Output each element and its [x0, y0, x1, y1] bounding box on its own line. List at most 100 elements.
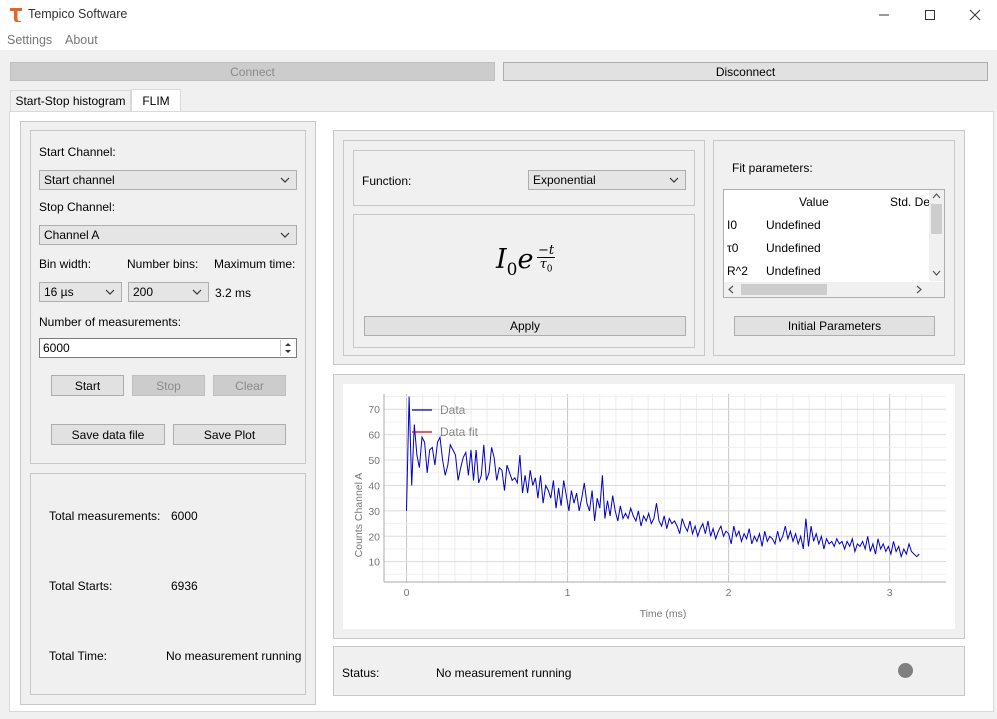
- plot-legend: Data Data fit: [412, 403, 479, 439]
- total-starts-label: Total Starts:: [49, 579, 113, 593]
- menu-bar: [0, 30, 997, 50]
- start-channel-label: Start Channel:: [39, 145, 116, 159]
- fit-parameters-label: Fit parameters:: [732, 161, 813, 175]
- max-time-label: Maximum time:: [214, 257, 296, 271]
- function-value: Exponential: [533, 173, 596, 187]
- save-data-file-button[interactable]: Save data file: [51, 424, 165, 445]
- max-time-value: 3.2 ms: [215, 286, 252, 300]
- number-bins-value: 200: [133, 285, 154, 299]
- scroll-up-icon[interactable]: [932, 193, 941, 199]
- start-button[interactable]: Start: [51, 375, 124, 396]
- table-header-value: Value: [799, 195, 829, 209]
- y-tick-labels: 10 20 30 40 50 60 70: [368, 404, 380, 568]
- param-value-r2: Undefined: [766, 264, 821, 278]
- scroll-left-icon[interactable]: [728, 285, 734, 294]
- formula-display: I0e −t τ0: [496, 243, 556, 280]
- histogram-plot[interactable]: 10 20 30 40 50 60 70 0 1 2 3 Data Data fit Time (m…: [343, 384, 955, 629]
- scroll-down-icon[interactable]: [932, 270, 941, 276]
- maximize-icon: [925, 10, 935, 20]
- y-tick-label: 40: [368, 480, 380, 492]
- status-indicator: [898, 663, 913, 678]
- number-bins-select[interactable]: 200: [128, 282, 209, 302]
- vertical-scroll-thumb[interactable]: [931, 204, 942, 234]
- minimize-icon: [879, 14, 889, 16]
- chevron-down-icon: [669, 177, 679, 183]
- chevron-down-icon: [280, 177, 290, 183]
- total-time-value: No measurement running: [166, 649, 302, 663]
- histogram-chart: 10 20 30 40 50 60 70 0 1 2 3 Data Data fit Time (m…: [353, 394, 946, 620]
- app-logo-icon: [10, 8, 22, 22]
- close-icon: [969, 9, 981, 21]
- x-axis-label: Time (ms): [640, 608, 687, 620]
- stop-channel-label: Stop Channel:: [39, 200, 116, 214]
- x-tick-label: 1: [565, 587, 571, 599]
- scroll-right-icon[interactable]: [916, 285, 922, 294]
- number-bins-label: Number bins:: [127, 257, 199, 271]
- param-value-tau0: Undefined: [766, 241, 821, 255]
- close-button[interactable]: [952, 0, 997, 30]
- total-measurements-label: Total measurements:: [49, 509, 161, 523]
- clear-button[interactable]: Clear: [213, 375, 286, 396]
- bin-width-select[interactable]: 16 µs: [39, 282, 122, 302]
- start-channel-select[interactable]: Start channel: [39, 170, 297, 190]
- stop-button[interactable]: Stop: [132, 375, 205, 396]
- function-label: Function:: [362, 174, 412, 188]
- spin-up-down-icon: [285, 343, 291, 353]
- horizontal-scrollbar[interactable]: [724, 282, 929, 297]
- x-tick-label: 0: [404, 587, 410, 599]
- param-name-r2: R^2: [727, 264, 748, 278]
- plot-grid: [384, 394, 946, 582]
- total-starts-value: 6936: [171, 579, 198, 593]
- horizontal-scroll-thumb[interactable]: [741, 284, 827, 295]
- bin-width-label: Bin width:: [39, 257, 92, 271]
- num-measurements-label: Number of measurements:: [39, 315, 182, 329]
- y-tick-label: 70: [368, 404, 380, 416]
- x-tick-label: 3: [887, 587, 893, 599]
- disconnect-button[interactable]: Disconnect: [503, 62, 988, 81]
- total-time-label: Total Time:: [49, 649, 108, 663]
- tab-start-stop-histogram[interactable]: Start-Stop histogram: [10, 90, 131, 111]
- x-tick-label: 2: [726, 587, 732, 599]
- scroll-corner: [929, 282, 944, 297]
- bin-width-value: 16 µs: [44, 285, 74, 299]
- y-tick-label: 10: [368, 557, 380, 569]
- save-plot-button[interactable]: Save Plot: [173, 424, 286, 445]
- legend-label: Data fit: [440, 425, 479, 439]
- y-tick-label: 20: [368, 531, 380, 543]
- chevron-down-icon: [192, 289, 202, 295]
- y-tick-label: 30: [368, 506, 380, 518]
- param-value-i0: Undefined: [766, 218, 821, 232]
- status-panel: [333, 646, 965, 696]
- stop-channel-value: Channel A: [44, 228, 100, 242]
- apply-button[interactable]: Apply: [364, 316, 686, 336]
- x-tick-labels: 0 1 2 3: [404, 587, 893, 599]
- param-name-tau0: τ0: [727, 241, 739, 255]
- num-measurements-field[interactable]: 6000: [39, 338, 297, 358]
- num-measurements-value: 6000: [43, 341, 70, 355]
- formula-exponent: −t τ0: [537, 243, 556, 275]
- connect-button[interactable]: Connect: [10, 62, 495, 81]
- total-measurements-value: 6000: [171, 509, 198, 523]
- y-tick-label: 50: [368, 455, 380, 467]
- y-tick-label: 60: [368, 430, 380, 442]
- menu-about[interactable]: About: [65, 33, 98, 47]
- menu-settings[interactable]: Settings: [7, 33, 52, 47]
- y-axis-label: Counts Channel A: [353, 473, 365, 558]
- title-bar: [0, 0, 997, 30]
- window-title: Tempico Software: [28, 7, 128, 21]
- data-series-line: [406, 396, 920, 559]
- stop-channel-select[interactable]: Channel A: [39, 225, 297, 245]
- function-select[interactable]: Exponential: [528, 170, 686, 190]
- vertical-scrollbar[interactable]: [929, 190, 944, 281]
- status-value: No measurement running: [436, 666, 572, 680]
- plot-series: [406, 396, 920, 559]
- tab-flim[interactable]: FLIM: [131, 89, 181, 112]
- minimize-button[interactable]: [861, 0, 907, 30]
- initial-parameters-button[interactable]: Initial Parameters: [734, 316, 935, 336]
- start-channel-value: Start channel: [44, 173, 115, 187]
- maximize-button[interactable]: [907, 0, 953, 30]
- fit-parameters-table[interactable]: Value Std. De I0 Undefined τ0 Undefined …: [723, 189, 945, 298]
- status-label: Status:: [342, 666, 380, 680]
- spinbox-arrows[interactable]: [280, 340, 295, 356]
- chevron-down-icon: [280, 232, 290, 238]
